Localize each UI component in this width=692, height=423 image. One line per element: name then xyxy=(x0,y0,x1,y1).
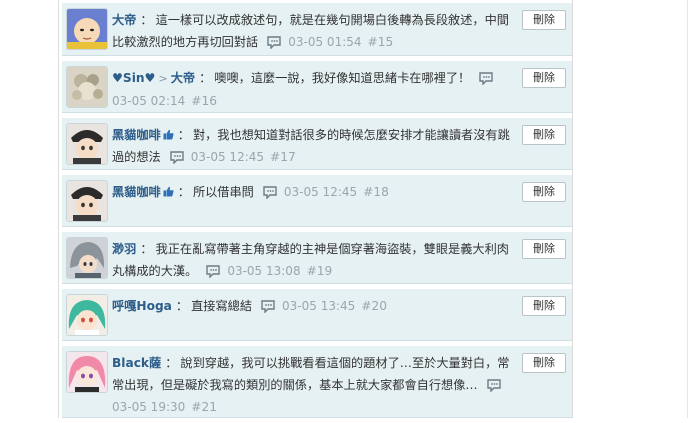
reply-arrow-icon: > xyxy=(158,72,168,85)
avatar[interactable] xyxy=(67,67,107,107)
reply-bubble-icon[interactable] xyxy=(478,71,494,85)
thumbs-up-icon xyxy=(163,186,174,197)
comment-body: Black薩：說到穿越，我可以挑戰看看這個的題材了…至於大量對白，常常出現，但是… xyxy=(112,356,510,414)
reply-bubble-icon[interactable] xyxy=(260,299,276,313)
floor-number[interactable]: #19 xyxy=(307,264,333,278)
reply-bubble-icon[interactable] xyxy=(205,264,221,278)
floor-number[interactable]: #21 xyxy=(191,400,217,414)
comment-time: 03-05 01:54 xyxy=(288,35,362,49)
floor-number[interactable]: #16 xyxy=(191,94,217,108)
scroll-edge-line xyxy=(687,0,688,418)
comment-time: 03-05 02:14 xyxy=(112,94,186,108)
delete-button[interactable]: 刪除 xyxy=(522,353,566,373)
avatar[interactable] xyxy=(67,352,107,392)
reply-to-username-link[interactable]: 大帝 xyxy=(171,71,195,85)
avatar[interactable] xyxy=(67,181,107,221)
thumbs-up-icon xyxy=(163,129,174,140)
floor-number[interactable]: #17 xyxy=(270,150,296,164)
comment-text: 所以借串問 xyxy=(192,185,254,199)
comment-item: 大帝：這一樣可以改成敘述句，就是在幾句開場白後轉為長段敘述，中間比較激烈的地方再… xyxy=(62,3,572,56)
comment-item: 呼嘎Hoga：直接寫總結 03-05 13:45 #20 刪除 xyxy=(62,289,572,341)
comment-text: 直接寫總結 xyxy=(191,299,253,313)
comment-body: 大帝：這一樣可以改成敘述句，就是在幾句開場白後轉為長段敘述，中間比較激烈的地方再… xyxy=(112,13,509,49)
reply-bubble-icon[interactable] xyxy=(169,150,185,164)
delete-button[interactable]: 刪除 xyxy=(522,68,566,88)
delete-button[interactable]: 刪除 xyxy=(522,296,566,316)
comment-body: 黑貓咖啡：對，我也想知道對話很多的時候怎麼安排才能讓讀者沒有跳過的想法 03-05… xyxy=(112,128,510,164)
comment-list: 大帝：這一樣可以改成敘述句，就是在幾句開場白後轉為長段敘述，中間比較激烈的地方再… xyxy=(62,3,572,423)
username-link[interactable]: 大帝 xyxy=(112,13,136,27)
right-border-line xyxy=(572,0,573,418)
username-link[interactable]: 呼嘎Hoga xyxy=(112,299,172,313)
floor-number[interactable]: #18 xyxy=(363,185,389,199)
comment-item: 黑貓咖啡：對，我也想知道對話很多的時候怎麼安排才能讓讀者沒有跳過的想法 03-05… xyxy=(62,118,572,170)
username-link[interactable]: 黑貓咖啡 xyxy=(112,185,161,199)
comment-item: Black薩：說到穿越，我可以挑戰看看這個的題材了…至於大量對白，常常出現，但是… xyxy=(62,346,572,418)
username-link[interactable]: ♥Sin♥ xyxy=(112,71,155,85)
comment-body: 黑貓咖啡：所以借串問 03-05 12:45 #18 xyxy=(112,185,389,199)
delete-button[interactable]: 刪除 xyxy=(522,182,566,202)
avatar[interactable] xyxy=(67,238,107,278)
reply-bubble-icon[interactable] xyxy=(262,185,278,199)
left-border-line xyxy=(58,0,59,418)
comment-text: 噢噢，這麼一說，我好像知道思緒卡在哪裡了！ xyxy=(214,71,471,85)
comment-body: 呼嘎Hoga：直接寫總結 03-05 13:45 #20 xyxy=(112,299,388,313)
comment-time: 03-05 19:30 xyxy=(112,400,186,414)
username-link[interactable]: Black薩 xyxy=(112,356,161,370)
username-link[interactable]: 黑貓咖啡 xyxy=(112,128,161,142)
delete-button[interactable]: 刪除 xyxy=(522,125,566,145)
delete-button[interactable]: 刪除 xyxy=(522,10,566,30)
comment-time: 03-05 12:45 xyxy=(190,150,265,164)
avatar[interactable] xyxy=(67,9,107,49)
comment-body: 渺羽：我正在亂寫帶著主角穿越的主神是個穿著海盜裝，雙眼是義大利肉丸構成的大漢。 0… xyxy=(112,242,509,278)
comment-item: 黑貓咖啡：所以借串問 03-05 12:45 #18 刪除 xyxy=(62,175,572,227)
comment-time: 03-05 12:45 xyxy=(283,185,358,199)
comment-item: 渺羽：我正在亂寫帶著主角穿越的主神是個穿著海盜裝，雙眼是義大利肉丸構成的大漢。 0… xyxy=(62,232,572,284)
comment-body: ♥Sin♥ > 大帝：噢噢，這麼一說，我好像知道思緒卡在哪裡了！03-05 02:1… xyxy=(112,67,512,112)
username-link[interactable]: 渺羽 xyxy=(112,242,136,256)
reply-bubble-icon[interactable] xyxy=(486,378,502,392)
comment-time: 03-05 13:45 xyxy=(282,299,356,313)
floor-number[interactable]: #15 xyxy=(368,35,394,49)
comment-item: ♥Sin♥ > 大帝：噢噢，這麼一說，我好像知道思緒卡在哪裡了！03-05 02:1… xyxy=(62,61,572,113)
comment-time: 03-05 13:08 xyxy=(227,264,301,278)
avatar[interactable] xyxy=(67,124,107,164)
delete-button[interactable]: 刪除 xyxy=(522,239,566,259)
floor-number[interactable]: #20 xyxy=(361,299,387,313)
avatar[interactable] xyxy=(67,295,107,335)
reply-bubble-icon[interactable] xyxy=(266,35,282,49)
